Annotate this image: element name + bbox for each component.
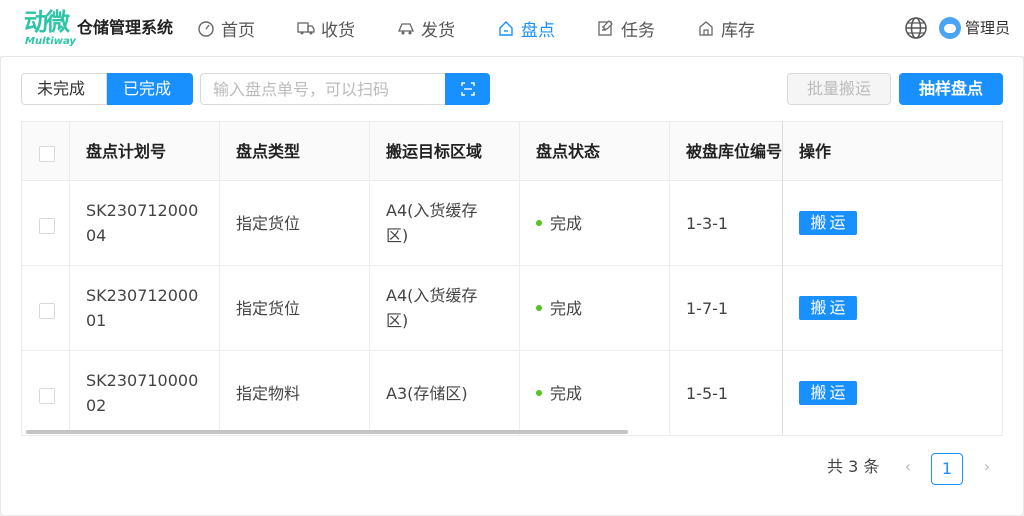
plan-no-line: SK230710000 <box>86 371 199 390</box>
pagination-total: 共 3 条 <box>827 457 880 476</box>
status-dot <box>536 304 542 311</box>
nav-item-tasks[interactable]: 任务 <box>597 16 655 41</box>
truck-icon <box>297 22 315 35</box>
cell-location: 1-3-1 <box>686 214 729 233</box>
delivery-icon <box>398 23 414 35</box>
status-text: 完成 <box>550 299 583 318</box>
scan-icon <box>460 82 475 96</box>
tab-incomplete[interactable]: 未完成 <box>21 73 107 105</box>
select-all-checkbox[interactable] <box>39 146 55 162</box>
plan-no-line: 02 <box>86 396 107 415</box>
cell-area: A4(入货缓存 区) <box>386 198 516 248</box>
logo-cn: 动微 <box>24 8 70 36</box>
inventory-table: 盘点计划号 盘点类型 搬运目标区域 盘点状态 被盘库位编号 操作 SK23071… <box>21 121 1003 436</box>
status-dot <box>536 219 542 226</box>
col-header-type[interactable]: 盘点类型 <box>236 122 376 181</box>
cell-status: 完成 <box>536 211 666 236</box>
nav-label: 盘点 <box>521 20 555 41</box>
col-header-location[interactable]: 被盘库位编号 <box>686 122 782 181</box>
nav-label: 发货 <box>421 20 455 41</box>
app-title: 仓储管理系统 <box>77 18 174 37</box>
cell-plan-no: SK230712000 04 <box>86 198 216 248</box>
plan-no-line: 04 <box>86 226 107 245</box>
chevron-right-icon[interactable]: › <box>977 457 997 477</box>
nav-item-inventory-check[interactable]: 盘点 <box>497 16 555 41</box>
row-checkbox[interactable] <box>39 218 55 234</box>
batch-move-button[interactable]: 批量搬运 <box>787 73 891 105</box>
move-button[interactable]: 搬运 <box>799 211 857 235</box>
col-header-plan-no[interactable]: 盘点计划号 <box>86 122 226 181</box>
nav-label: 库存 <box>721 20 755 41</box>
search-input[interactable] <box>200 73 446 105</box>
nav-label: 首页 <box>221 20 255 41</box>
globe-icon[interactable] <box>904 16 928 40</box>
nav-item-receive[interactable]: 收货 <box>297 16 355 41</box>
status-text: 完成 <box>550 384 583 403</box>
nav-item-home[interactable]: 首页 <box>197 16 255 41</box>
row-checkbox[interactable] <box>39 388 55 404</box>
col-header-status[interactable]: 盘点状态 <box>536 122 676 181</box>
cell-type: 指定货位 <box>236 214 301 233</box>
chevron-left-icon[interactable]: ‹ <box>898 457 918 477</box>
horizontal-scrollbar[interactable] <box>26 430 628 434</box>
area-line: A4(入货缓存 <box>386 286 478 305</box>
cell-status: 完成 <box>536 381 666 406</box>
cell-location: 1-7-1 <box>686 299 729 318</box>
user-name[interactable]: 管理员 <box>965 18 1010 38</box>
nav-label: 收货 <box>321 20 355 41</box>
avatar[interactable] <box>939 17 961 39</box>
top-header: 动微 Multiway 仓储管理系统 首页 收货 发货 盘点 任务 库存 管理员 <box>0 0 1024 56</box>
nav-label: 任务 <box>621 20 655 41</box>
home-icon <box>499 21 513 36</box>
dashboard-icon <box>198 21 214 37</box>
cell-type: 指定货位 <box>236 299 301 318</box>
cell-type: 指定物料 <box>236 384 301 403</box>
col-header-action: 操作 <box>799 142 832 161</box>
edit-icon <box>598 20 613 36</box>
area-line: 区) <box>386 226 409 245</box>
nav-item-ship[interactable]: 发货 <box>397 16 455 41</box>
brand-logo[interactable]: 动微 Multiway <box>24 8 76 48</box>
move-button[interactable]: 搬运 <box>799 296 857 320</box>
page-button-current[interactable]: 1 <box>931 453 963 485</box>
plan-no-line: 01 <box>86 311 107 330</box>
nav-item-stock[interactable]: 库存 <box>697 16 755 41</box>
cell-status: 完成 <box>536 296 666 321</box>
move-button[interactable]: 搬运 <box>799 381 857 405</box>
plan-no-line: SK230712000 <box>86 286 199 305</box>
cell-location: 1-5-1 <box>686 384 729 403</box>
logo-en: Multiway <box>25 36 76 47</box>
area-line: A4(入货缓存 <box>386 201 478 220</box>
cell-plan-no: SK230712000 01 <box>86 283 216 333</box>
cell-plan-no: SK230710000 02 <box>86 368 216 418</box>
status-text: 完成 <box>550 214 583 233</box>
warehouse-icon <box>699 21 713 36</box>
area-line: 区) <box>386 311 409 330</box>
sample-count-button[interactable]: 抽样盘点 <box>899 73 1003 105</box>
col-header-area[interactable]: 搬运目标区域 <box>386 122 526 181</box>
cell-area: A4(入货缓存 区) <box>386 283 516 333</box>
row-checkbox[interactable] <box>39 303 55 319</box>
tab-complete[interactable]: 已完成 <box>107 73 193 105</box>
cell-area: A3(存储区) <box>386 384 468 403</box>
status-segmented: 未完成 已完成 <box>21 73 193 105</box>
scan-button[interactable] <box>445 73 490 105</box>
plan-no-line: SK230712000 <box>86 201 199 220</box>
status-dot <box>536 389 542 396</box>
